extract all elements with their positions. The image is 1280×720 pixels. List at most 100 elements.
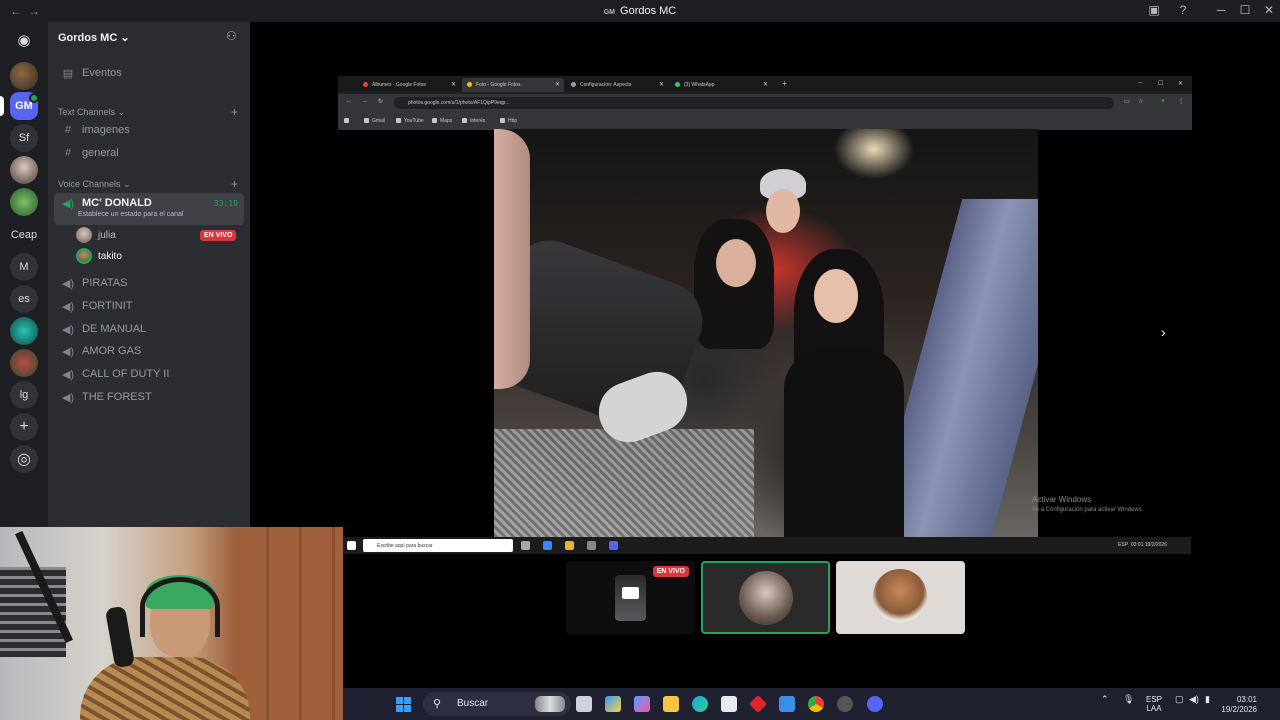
channel-general[interactable]: # general (54, 143, 244, 163)
microphone-icon[interactable]: 🎙 (1123, 694, 1134, 705)
server-icon[interactable] (10, 349, 38, 377)
add-server-icon[interactable]: + (10, 413, 38, 441)
channel-status[interactable]: Establece un estado para el canal (78, 211, 183, 218)
forward-arrow-icon[interactable]: → (362, 98, 368, 104)
server-ceap[interactable]: Ceap (8, 221, 40, 249)
network-icon[interactable]: ▢ (1175, 694, 1184, 705)
back-arrow-icon[interactable]: ← (346, 98, 352, 104)
server-icon[interactable] (10, 317, 38, 345)
browser-tab[interactable]: Álbumes - Google Fotos ✕ (358, 78, 460, 92)
browser-tab[interactable]: Configuración: Aspecto ✕ (566, 78, 668, 92)
widgets-icon[interactable] (605, 696, 621, 712)
task-view-icon (521, 541, 530, 550)
file-explorer-icon[interactable] (663, 696, 679, 712)
add-member-icon[interactable]: ⚇ (226, 29, 237, 43)
minimize-icon[interactable]: ─ (1138, 80, 1142, 86)
inbox-icon[interactable]: ▣ (1145, 3, 1163, 17)
battery-icon[interactable]: ▮ (1205, 694, 1210, 705)
install-icon[interactable]: ▭ (1124, 98, 1130, 105)
add-channel-icon[interactable]: + (231, 177, 238, 191)
participant-tile[interactable] (836, 561, 965, 634)
speaker-icon: ◀) (61, 198, 75, 210)
windows-taskbar: ⚲ Buscar ⌃ 🎙 ESP LAA ▢ ◀) ▮ 03:01 19/2/2… (343, 688, 1280, 720)
voice-channel-fortinit[interactable]: ◀) FORTINIT (54, 296, 244, 316)
server-icon[interactable] (10, 156, 38, 184)
taskbar-clock[interactable]: 03:01 19/2/2026 (1215, 695, 1257, 715)
server-lg[interactable]: lg (10, 381, 38, 409)
close-icon[interactable]: ✕ (1178, 80, 1183, 87)
reload-icon[interactable]: ↻ (378, 98, 383, 105)
browser-tab-active[interactable]: Foto - Google Fotos ✕ (462, 78, 564, 92)
calendar-icon: ▤ (62, 67, 74, 80)
participant-tile-speaking[interactable] (701, 561, 830, 634)
chrome-icon[interactable] (808, 696, 824, 712)
store-icon[interactable] (721, 696, 737, 712)
server-header[interactable]: Gordos MC ⌄ ⚇ (48, 22, 250, 53)
category-text-channels[interactable]: Text Channels ⌄ + (54, 102, 244, 122)
browser-tab[interactable]: (3) WhatsApp ✕ (670, 78, 772, 92)
discord-icon[interactable] (867, 696, 883, 712)
title-bar: ← → GM Gordos MC ▣ ? ─ ☐ ✕ (0, 0, 1280, 22)
bookmark-gmail[interactable]: Gmail (364, 118, 385, 124)
shared-photo[interactable] (494, 129, 1038, 538)
voice-channel-de-manual[interactable]: ◀) DE MANUAL (54, 319, 244, 339)
copilot-icon[interactable] (634, 696, 650, 712)
server-m[interactable]: M (10, 253, 38, 281)
events-item[interactable]: ▤ Eventos (54, 63, 244, 83)
participant-tile-stream[interactable]: EN VIVO (566, 561, 695, 634)
add-channel-icon[interactable]: + (231, 105, 238, 119)
chevron-up-icon[interactable]: ⌃ (1101, 694, 1109, 705)
discord-home-icon[interactable]: ◉ (10, 26, 38, 54)
server-sf[interactable]: Sf (10, 124, 38, 152)
category-voice-channels[interactable]: Voice Channels ⌄ + (54, 174, 244, 194)
shared-browser: Álbumes - Google Fotos ✕ Foto - Google Fo… (338, 76, 1192, 130)
windows-start-icon[interactable] (396, 697, 411, 712)
voice-channel-active[interactable]: ◀) MC' DONALD Establece un estado para e… (54, 193, 244, 225)
bookmark-maps[interactable]: Maps (432, 118, 452, 124)
close-icon[interactable]: ✕ (659, 81, 664, 88)
help-icon[interactable]: ? (1174, 3, 1192, 17)
maximize-icon[interactable]: ☐ (1236, 3, 1254, 17)
bookmark-youtube[interactable]: YouTube (396, 118, 424, 124)
voice-channel-piratas[interactable]: ◀) PIRATAS (54, 273, 244, 293)
menu-icon[interactable]: ⋮ (1178, 98, 1184, 105)
stream-taskbar: Escribe aquí para buscar ESP 03:01 19/2/… (343, 537, 1191, 554)
maximize-icon[interactable]: ☐ (1158, 80, 1163, 87)
edge-icon[interactable] (692, 696, 708, 712)
volume-icon[interactable]: ◀) (1189, 694, 1199, 705)
new-tab-icon[interactable]: + (782, 79, 787, 88)
channel-imagenes[interactable]: # imagenes (54, 120, 244, 140)
star-icon[interactable]: ☆ (1138, 98, 1143, 105)
hashtag-icon: # (64, 147, 72, 159)
close-icon[interactable]: ✕ (1260, 3, 1278, 17)
speaker-icon: ◀) (61, 323, 75, 336)
next-photo-chevron-icon[interactable]: › (1161, 324, 1166, 340)
apps-icon[interactable] (344, 118, 352, 124)
close-icon[interactable]: ✕ (555, 81, 560, 88)
voice-user-julia[interactable]: julia (76, 226, 116, 244)
discover-icon[interactable]: ◎ (10, 445, 38, 473)
discord-icon (609, 541, 618, 550)
task-view-icon[interactable] (576, 696, 592, 712)
server-icon[interactable] (10, 188, 38, 216)
mail-icon[interactable] (779, 696, 795, 712)
profile-icon[interactable]: ● (1161, 98, 1165, 104)
app-icon[interactable] (837, 696, 853, 712)
address-bar-row: ← → ↻ photos.google.com/u/1/photo/AF1Qip… (338, 94, 1192, 112)
url-input[interactable]: photos.google.com/u/1/photo/AF1QipP9eqp.… (394, 97, 1114, 109)
voice-channel-amor-gas[interactable]: ◀) AMOR GAS (54, 341, 244, 361)
app-red-icon[interactable] (748, 694, 768, 714)
language-indicator[interactable]: ESP LAA (1146, 695, 1162, 713)
taskbar-search[interactable]: ⚲ Buscar (423, 692, 571, 716)
server-icon[interactable] (10, 62, 38, 90)
close-icon[interactable]: ✕ (763, 81, 768, 88)
voice-channel-the-forest[interactable]: ◀) THE FOREST (54, 387, 244, 407)
bookmark-http[interactable]: Http (500, 118, 517, 124)
voice-user-takito[interactable]: takito (76, 247, 122, 265)
server-es[interactable]: es (10, 285, 38, 313)
voice-channel-call-of-duty[interactable]: ◀) CALL OF DUTY II (54, 364, 244, 384)
whatsapp-icon (675, 82, 680, 87)
close-icon[interactable]: ✕ (451, 81, 456, 88)
minimize-icon[interactable]: ─ (1212, 3, 1230, 17)
bookmark-interes[interactable]: Interés (462, 118, 485, 124)
